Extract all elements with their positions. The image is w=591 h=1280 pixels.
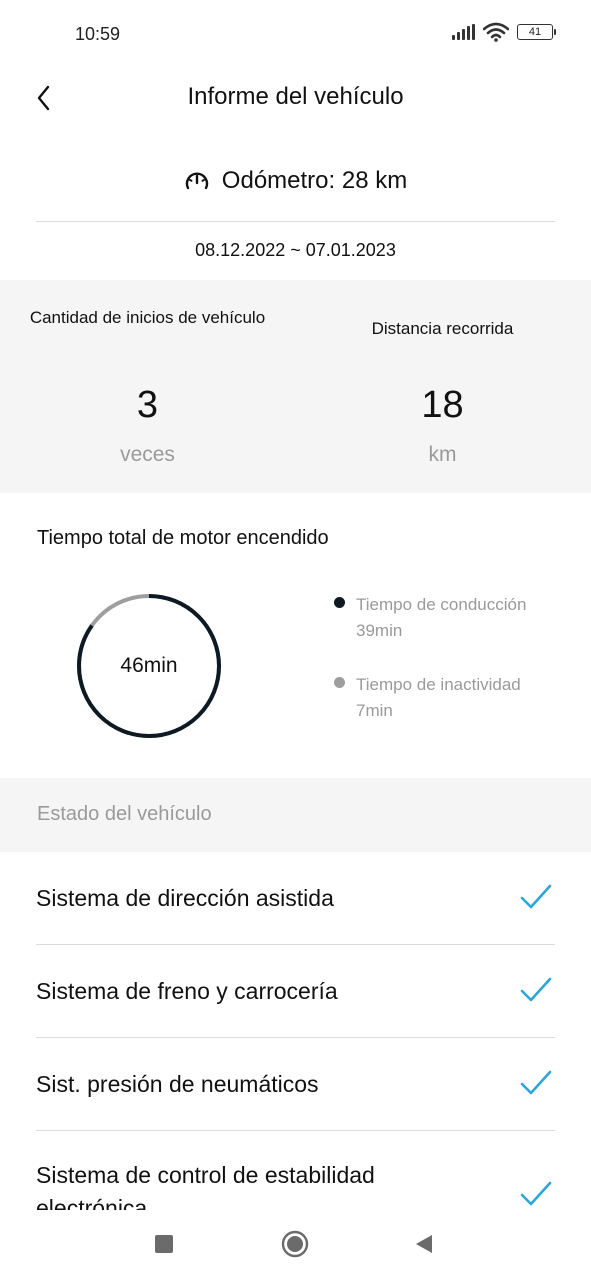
stat-starts: Cantidad de inicios de vehículo 3 veces (0, 280, 295, 493)
check-icon (520, 1070, 552, 1095)
divider (36, 221, 555, 222)
list-item[interactable]: Sistema de freno y carrocería (36, 945, 555, 1038)
nav-recents-button[interactable] (150, 1230, 178, 1258)
nav-recents-icon (155, 1235, 173, 1253)
signal-icon (452, 24, 475, 40)
battery-icon: 41 (517, 24, 556, 40)
battery-level: 41 (528, 26, 542, 38)
nav-back-icon (416, 1235, 432, 1253)
legend-dot-driving (334, 597, 345, 608)
legend-idle-label: Tiempo de inactividad (356, 675, 521, 694)
stats-panel: Cantidad de inicios de vehículo 3 veces … (0, 280, 591, 493)
status-time: 10:59 (75, 24, 121, 44)
stat-distance-unit: km (428, 443, 457, 466)
check-icon (520, 1181, 552, 1206)
status-bar: 10:59 41 (0, 0, 591, 70)
header: Informe del vehículo (0, 70, 591, 126)
list-item-label: Sistema de freno y carrocería (36, 978, 338, 1004)
engine-total-time: 46min (120, 654, 178, 677)
legend-driving-label: Tiempo de conducción (356, 595, 527, 614)
status-icons: 41 (452, 22, 556, 42)
legend-idle-value: 7min (356, 701, 393, 720)
vehicle-status-title: Estado del vehículo (37, 803, 212, 825)
list-item-label: Sist. presión de neumáticos (36, 1071, 319, 1097)
nav-home-icon (281, 1230, 309, 1258)
stat-distance-label: Distancia recorrida (371, 319, 514, 338)
stat-starts-unit: veces (120, 443, 175, 466)
check-icon (520, 884, 552, 909)
list-item-label: Sistema de dirección asistida (36, 885, 334, 911)
legend-dot-idle (334, 677, 345, 688)
system-nav-bar (0, 1210, 591, 1280)
list-item[interactable]: Sistema de control de estabilidad electr… (36, 1131, 555, 1210)
stat-distance: Distancia recorrida 18 km (295, 280, 590, 493)
list-item[interactable]: Sistema de dirección asistida (36, 852, 555, 945)
list-item-label: Sistema de control de estabilidad electr… (36, 1162, 375, 1210)
wifi-icon (483, 22, 509, 42)
stat-starts-label: Cantidad de inicios de vehículo (29, 308, 266, 327)
stat-distance-value: 18 (421, 384, 464, 426)
list-item[interactable]: Sist. presión de neumáticos (36, 1038, 555, 1131)
stat-starts-value: 3 (136, 384, 159, 426)
vehicle-status-list: Sistema de dirección asistida Sistema de… (0, 852, 591, 1210)
engine-time-title: Tiempo total de motor encendido (37, 527, 329, 549)
odometer-text: Odómetro: 28 km (221, 167, 408, 194)
date-range: 08.12.2022 ~ 07.01.2023 (195, 240, 396, 260)
legend-idle: Tiempo de inactividad 7min (334, 672, 574, 724)
speedometer-icon (185, 172, 208, 190)
nav-home-button[interactable] (280, 1229, 310, 1259)
vehicle-status-header: Estado del vehículo (0, 778, 591, 852)
check-icon (520, 977, 552, 1002)
page-title: Informe del vehículo (187, 83, 404, 110)
odometer: Odómetro: 28 km (0, 160, 591, 202)
legend-driving-value: 39min (356, 621, 403, 640)
nav-back-button[interactable] (410, 1230, 438, 1258)
legend-driving: Tiempo de conducción 39min (334, 592, 574, 644)
